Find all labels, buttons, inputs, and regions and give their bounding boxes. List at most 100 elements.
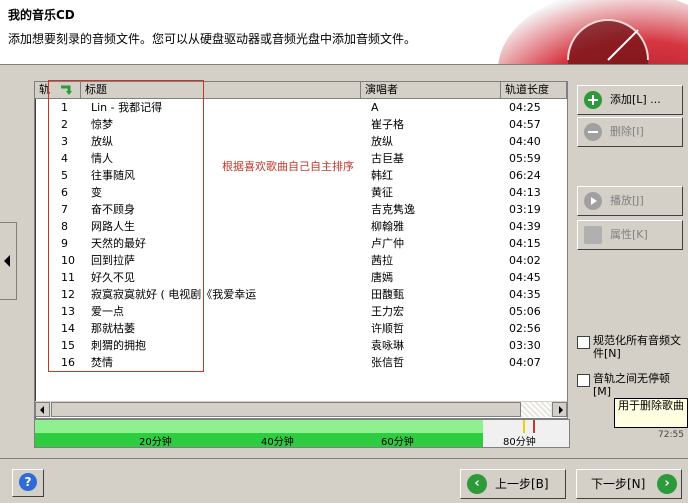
column-header-track[interactable]: 轨 (35, 82, 81, 98)
track-row[interactable]: 11 好久不见 唐嫣 04:45 (35, 269, 567, 286)
disc-capacity-bar: 20分钟 40分钟 60分钟 80分钟 (34, 419, 570, 448)
track-artist: 放纵 (371, 135, 393, 148)
track-length: 04:07 (509, 356, 541, 369)
track-artist: 田馥甄 (371, 288, 404, 301)
add-button[interactable]: 添加[L] ... (577, 85, 683, 115)
help-button[interactable]: ? (12, 469, 44, 497)
track-row[interactable]: 3 放纵 放纵 04:40 (35, 133, 567, 150)
track-row[interactable]: 13 爱一点 王力宏 05:06 (35, 303, 567, 320)
track-number: 4 (61, 152, 68, 165)
back-button[interactable]: ‹ 上一步[B] (460, 469, 566, 499)
normalize-checkbox[interactable]: 规范化所有音频文件[N] (577, 334, 685, 362)
chevron-left-icon (4, 255, 10, 267)
no-gap-checkbox[interactable]: 音轨之间无停顿[M] (577, 372, 685, 400)
track-number: 2 (61, 118, 68, 131)
track-artist: 茜拉 (371, 254, 393, 267)
track-length: 04:40 (509, 135, 541, 148)
track-title: 刺猬的拥抱 (91, 339, 146, 352)
next-button[interactable]: 下一步[N] › (576, 469, 682, 499)
track-artist: 崔子格 (371, 118, 404, 131)
track-row[interactable]: 16 焚情 张信哲 04:07 (35, 354, 567, 371)
track-number: 13 (61, 305, 75, 318)
arrow-left-icon: ‹ (467, 474, 487, 494)
track-number: 1 (61, 101, 68, 114)
track-length: 02:56 (509, 322, 541, 335)
track-length: 04:45 (509, 271, 541, 284)
track-number: 5 (61, 169, 68, 182)
page-title: 我的音乐CD (8, 8, 75, 22)
track-length: 04:57 (509, 118, 541, 131)
track-number: 11 (61, 271, 75, 284)
track-row[interactable]: 12 寂寞寂寞就好 ( 电视剧《我爱幸运 田馥甄 04:35 (35, 286, 567, 303)
track-row[interactable]: 2 惊梦 崔子格 04:57 (35, 116, 567, 133)
capacity-label-80: 80分钟 (503, 437, 536, 448)
track-artist: 袁咏琳 (371, 339, 404, 352)
track-row[interactable]: 8 网路人生 柳翰雅 04:39 (35, 218, 567, 235)
track-length: 03:19 (509, 203, 541, 216)
track-number: 9 (61, 237, 68, 250)
scroll-left-button[interactable] (35, 402, 50, 417)
play-button[interactable]: 播放[J] (577, 186, 683, 216)
track-artist: 黄征 (371, 186, 393, 199)
track-row[interactable]: 6 变 黄征 04:13 (35, 184, 567, 201)
arrow-right-icon: › (657, 474, 677, 494)
capacity-used-highlight (35, 420, 484, 433)
no-gap-checkbox-box[interactable] (577, 374, 590, 387)
track-row[interactable]: 7 奋不顾身 吉克隽逸 03:19 (35, 201, 567, 218)
capacity-label-40: 40分钟 (261, 437, 294, 448)
track-artist: 韩红 (371, 169, 393, 182)
track-list-header: 轨 标题 演唱者 轨道长度 (35, 82, 567, 99)
minus-icon (584, 123, 602, 141)
track-length: 05:59 (509, 152, 541, 165)
track-title: 寂寞寂寞就好 ( 电视剧《我爱幸运 (91, 288, 257, 301)
remaining-time: 72:55 (658, 430, 684, 440)
track-artist: 张信哲 (371, 356, 404, 369)
track-length: 04:13 (509, 186, 541, 199)
track-title: 焚情 (91, 356, 113, 369)
track-title: Lin - 我都记得 (91, 101, 163, 114)
track-number: 10 (61, 254, 75, 267)
page-subtitle: 添加想要刻录的音频文件。您可以从硬盘驱动器或音频光盘中添加音频文件。 (8, 32, 417, 46)
track-list[interactable]: 轨 标题 演唱者 轨道长度 1 Lin - 我都记得 A 04:25 2 惊梦 崔子格 04:… (34, 81, 568, 419)
track-title: 天然的最好 (91, 237, 146, 250)
scroll-right-button[interactable] (552, 402, 567, 417)
track-artist: 王力宏 (371, 305, 404, 318)
track-artist: 柳翰雅 (371, 220, 404, 233)
track-length: 05:06 (509, 305, 541, 318)
properties-button[interactable]: 属性[K] (577, 220, 683, 250)
track-number: 3 (61, 135, 68, 148)
track-length: 06:24 (509, 169, 541, 182)
track-length: 04:39 (509, 220, 541, 233)
track-row[interactable]: 9 天然的最好 卢广仲 04:15 (35, 235, 567, 252)
horizontal-scrollbar[interactable] (35, 401, 567, 417)
track-row[interactable]: 15 刺猬的拥抱 袁咏琳 03:30 (35, 337, 567, 354)
track-artist: 吉克隽逸 (371, 203, 415, 216)
column-header-length[interactable]: 轨道长度 (501, 82, 567, 98)
header-graphic (458, 0, 688, 64)
scrollbar-thumb[interactable] (51, 402, 521, 417)
track-title: 网路人生 (91, 220, 135, 233)
column-header-artist[interactable]: 演唱者 (361, 82, 501, 98)
play-icon (584, 192, 602, 210)
plus-icon (584, 91, 602, 109)
track-number: 12 (61, 288, 75, 301)
track-length: 04:02 (509, 254, 541, 267)
track-number: 15 (61, 339, 75, 352)
remove-button[interactable]: 删除[I] (577, 117, 683, 147)
normalize-checkbox-box[interactable] (577, 336, 590, 349)
track-row[interactable]: 1 Lin - 我都记得 A 04:25 (35, 99, 567, 116)
track-title: 放纵 (91, 135, 113, 148)
track-number: 6 (61, 186, 68, 199)
track-length: 04:25 (509, 101, 541, 114)
column-header-title[interactable]: 标题 (81, 82, 361, 98)
track-number: 16 (61, 356, 75, 369)
track-title: 惊梦 (91, 118, 113, 131)
track-row[interactable]: 14 那就枯萎 许顺哲 02:56 (35, 320, 567, 337)
track-title: 爱一点 (91, 305, 124, 318)
track-row[interactable]: 10 回到拉萨 茜拉 04:02 (35, 252, 567, 269)
track-number: 7 (61, 203, 68, 216)
collapse-panel-tab[interactable] (0, 222, 17, 300)
annotation-note: 根据喜欢歌曲自己自主排序 (222, 160, 354, 173)
properties-icon (584, 226, 602, 244)
wizard-header: 我的音乐CD 添加想要刻录的音频文件。您可以从硬盘驱动器或音频光盘中添加音频文件… (0, 0, 688, 65)
